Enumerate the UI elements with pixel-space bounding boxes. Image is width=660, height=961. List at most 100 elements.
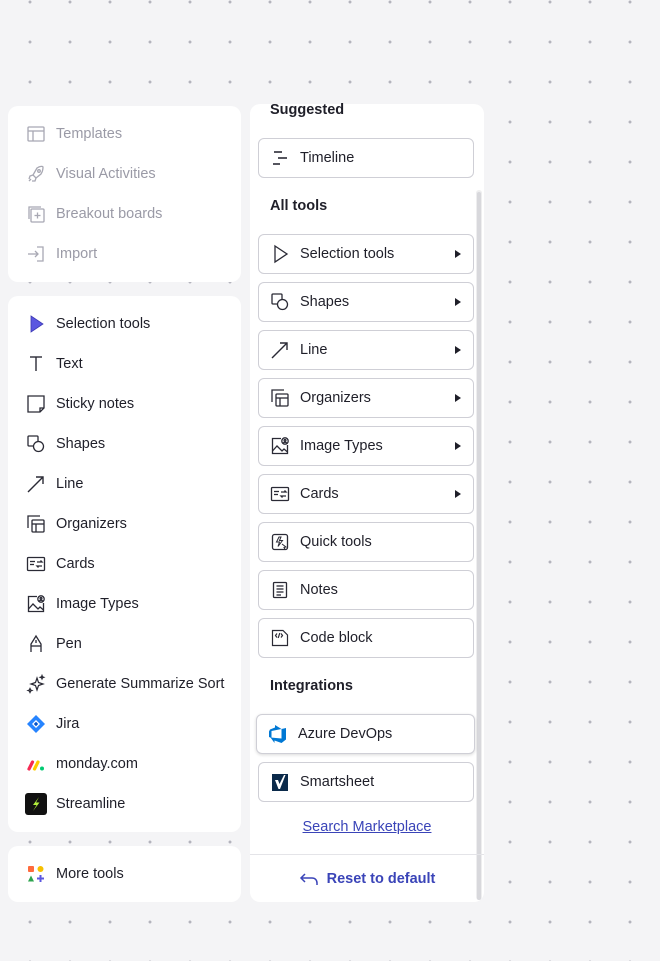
submenu-arrow-icon — [455, 394, 461, 402]
toolbar-image-types[interactable]: Image Types — [8, 584, 241, 624]
search-marketplace-link[interactable]: Search Marketplace — [250, 819, 484, 835]
undo-arrow-icon — [299, 871, 319, 887]
organizers-icon — [269, 387, 291, 409]
templates-icon — [24, 122, 48, 146]
breakout-board-icon — [24, 202, 48, 226]
drawer-line-button[interactable]: Line — [258, 330, 474, 370]
monday-icon — [24, 752, 48, 776]
toolbar-generate-summarize-sort[interactable]: Generate Summarize Sort — [8, 664, 241, 704]
toolbar-shapes[interactable]: Shapes — [8, 424, 241, 464]
reset-label: Reset to default — [326, 871, 436, 887]
submenu-arrow-icon — [455, 442, 461, 450]
drawer-item-label: Smartsheet — [300, 774, 375, 790]
toolbar-item-label: Line — [56, 476, 84, 492]
more-tools-panel: More tools — [8, 846, 241, 902]
image-types-icon — [269, 435, 291, 457]
azure-devops-icon — [267, 723, 289, 745]
notes-icon — [269, 579, 291, 601]
drawer-shapes-button[interactable]: Shapes — [258, 282, 474, 322]
drawer-item-label: Code block — [300, 630, 373, 646]
visual-activities-item[interactable]: Visual Activities — [8, 154, 241, 194]
drawer-selection-tools-button[interactable]: Selection tools — [258, 234, 474, 274]
pen-icon — [24, 632, 48, 656]
toolbar-item-label: Streamline — [56, 796, 126, 812]
top-panel: Templates Visual Activities Breakout boa… — [8, 106, 241, 282]
toolbar-item-label: Generate Summarize Sort — [56, 676, 225, 692]
more-tools-label: More tools — [56, 866, 124, 882]
toolbar-item-label: Text — [56, 356, 83, 372]
toolbar-item-label: Pen — [56, 636, 82, 652]
streamline-icon — [24, 792, 48, 816]
templates-label: Templates — [56, 126, 123, 142]
toolbar-item-label: Sticky notes — [56, 396, 135, 412]
timeline-icon — [269, 147, 291, 169]
sticky-note-icon — [24, 392, 48, 416]
breakout-boards-label: Breakout boards — [56, 206, 163, 222]
selection-cursor-icon — [269, 243, 291, 265]
jira-icon — [24, 712, 48, 736]
image-types-icon — [24, 592, 48, 616]
drawer-item-label: Selection tools — [300, 246, 395, 262]
toolbar-selection-tools[interactable]: Selection tools — [8, 304, 241, 344]
drawer-timeline-button[interactable]: Timeline — [258, 138, 474, 178]
organizers-icon — [24, 512, 48, 536]
visual-activities-label: Visual Activities — [56, 166, 156, 182]
drawer-cards-button[interactable]: Cards — [258, 474, 474, 514]
drawer-notes-button[interactable]: Notes — [258, 570, 474, 610]
integrations-heading: Integrations — [270, 678, 353, 694]
all-tools-heading: All tools — [270, 198, 328, 214]
import-icon — [24, 242, 48, 266]
toolbar-sticky-notes[interactable]: Sticky notes — [8, 384, 241, 424]
sparkle-icon — [24, 672, 48, 696]
breakout-boards-item[interactable]: Breakout boards — [8, 194, 241, 234]
toolbar-pen[interactable]: Pen — [8, 624, 241, 664]
toolbar-organizers[interactable]: Organizers — [8, 504, 241, 544]
toolbar-streamline[interactable]: Streamline — [8, 784, 241, 824]
shapes-icon — [24, 432, 48, 456]
more-tools-button[interactable]: More tools — [8, 854, 241, 894]
submenu-arrow-icon — [455, 490, 461, 498]
drawer-item-label: Quick tools — [300, 534, 372, 550]
drawer-item-label: Timeline — [300, 150, 355, 166]
toolbar-item-label: Cards — [56, 556, 95, 572]
rocket-icon — [24, 162, 48, 186]
toolbar-panel: Selection tools Text Sticky notes Shapes… — [8, 296, 241, 832]
cards-icon — [24, 552, 48, 576]
more-tools-icon — [24, 862, 48, 886]
drawer-item-label: Shapes — [300, 294, 350, 310]
line-arrow-icon — [24, 472, 48, 496]
toolbar-jira[interactable]: Jira — [8, 704, 241, 744]
drawer-code-block-button[interactable]: Code block — [258, 618, 474, 658]
drawer-item-label: Notes — [300, 582, 338, 598]
quick-tools-icon — [269, 531, 291, 553]
drawer-scrollbar-thumb[interactable] — [477, 192, 481, 900]
shapes-icon — [269, 291, 291, 313]
import-item[interactable]: Import — [8, 234, 241, 274]
toolbar-cards[interactable]: Cards — [8, 544, 241, 584]
drawer-image-types-button[interactable]: Image Types — [258, 426, 474, 466]
code-block-icon — [269, 627, 291, 649]
cards-icon — [269, 483, 291, 505]
toolbar-line[interactable]: Line — [8, 464, 241, 504]
templates-item[interactable]: Templates — [8, 114, 241, 154]
toolbar-item-label: Selection tools — [56, 316, 151, 332]
toolbar-item-label: Organizers — [56, 516, 127, 532]
toolbar-item-label: Jira — [56, 716, 80, 732]
toolbar-item-label: monday.com — [56, 756, 138, 772]
drawer-quick-tools-button[interactable]: Quick tools — [258, 522, 474, 562]
toolbar-monday[interactable]: monday.com — [8, 744, 241, 784]
suggested-heading: Suggested — [270, 102, 345, 118]
drawer-organizers-button[interactable]: Organizers — [258, 378, 474, 418]
toolbar-text[interactable]: Text — [8, 344, 241, 384]
toolbar-item-label: Shapes — [56, 436, 106, 452]
drawer-azure-devops-button[interactable]: Azure DevOps — [256, 714, 475, 754]
toolbar-item-label: Image Types — [56, 596, 139, 612]
drawer-smartsheet-button[interactable]: Smartsheet — [258, 762, 474, 802]
reset-to-default-button[interactable]: Reset to default — [250, 866, 484, 892]
drawer-item-label: Azure DevOps — [298, 726, 393, 742]
submenu-arrow-icon — [455, 298, 461, 306]
text-icon — [24, 352, 48, 376]
line-arrow-icon — [269, 339, 291, 361]
drawer-item-label: Organizers — [300, 390, 371, 406]
selection-cursor-icon — [24, 312, 48, 336]
